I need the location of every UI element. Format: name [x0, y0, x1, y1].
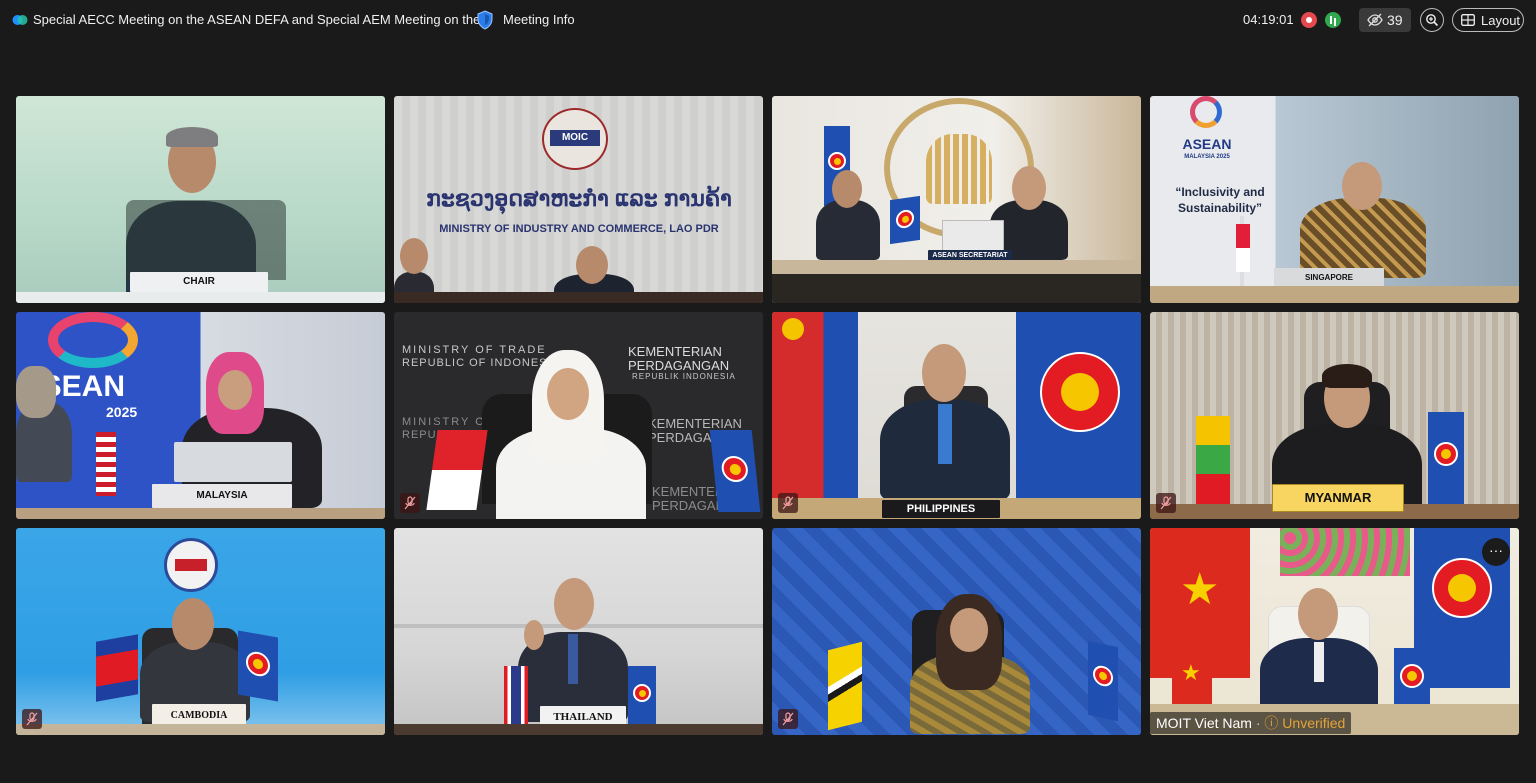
more-options-icon: ··· — [1489, 542, 1503, 558]
asean-flag — [1088, 640, 1118, 722]
lao-sign-text: ກະຊວງອຸດສາຫະກຳ ແລະ ການຄ້າ — [426, 186, 732, 211]
video-tile-asean-secretariat[interactable]: ASEAN SECRETARIAT — [772, 96, 1141, 303]
video-tile-thailand[interactable]: THAILAND — [394, 528, 763, 735]
asean-flag — [238, 630, 278, 702]
video-tile-brunei[interactable] — [772, 528, 1141, 735]
asean-flag — [709, 430, 761, 512]
flower-arrangement — [1280, 528, 1410, 576]
thailand-flag — [504, 666, 528, 724]
shield-icon[interactable] — [476, 10, 494, 30]
record-icon[interactable] — [1301, 12, 1317, 28]
asean-flag — [628, 666, 656, 724]
asean-flag — [890, 195, 920, 245]
participant-count: 39 — [1387, 12, 1403, 28]
asean-flag — [1016, 312, 1141, 502]
video-tile-myanmar[interactable]: MYANMAR — [1150, 312, 1519, 519]
asean-flag — [1428, 412, 1464, 504]
malaysia-flag — [96, 432, 116, 496]
elapsed-timer: 04:19:01 — [1243, 12, 1294, 27]
participant-name: MOIT Viet Nam — [1156, 715, 1252, 731]
video-tile-singapore[interactable]: ASEAN MALAYSIA 2025 “Inclusivity and Sus… — [1150, 96, 1519, 303]
mic-muted-icon — [782, 496, 794, 510]
nameplate: MYANMAR — [1272, 484, 1404, 512]
video-tile-vietnam[interactable]: ★ ★ MOIT Viet Nam · ⓘ Unverified ··· — [1150, 528, 1519, 735]
mic-muted-icon — [1160, 496, 1172, 510]
mic-muted-indicator — [778, 709, 798, 729]
nameplate: CHAIR — [130, 272, 268, 292]
nameplate: PHILIPPINES — [882, 500, 1000, 518]
nameplate: SINGAPORE — [1274, 268, 1384, 288]
layout-label: Layout — [1481, 13, 1521, 28]
banner-quote: “Inclusivity and Sustainability” — [1175, 185, 1265, 215]
vietnam-flag: ★ — [1172, 648, 1212, 706]
ministry-logo — [164, 538, 218, 592]
brunei-flag — [828, 641, 862, 731]
mic-muted-indicator — [22, 709, 42, 729]
participant-label: MOIT Viet Nam · ⓘ Unverified — [1150, 712, 1352, 734]
unverified-icon: ⓘ — [1264, 715, 1279, 731]
video-tile-malaysia[interactable]: ASEAN 2025 MALAYSIA — [16, 312, 385, 519]
cambodia-flag — [96, 634, 138, 702]
unverified-status: Unverified — [1282, 715, 1346, 731]
singapore-flag — [1236, 224, 1250, 272]
layout-grid-icon — [1461, 14, 1475, 26]
asean-malaysia-logo — [48, 312, 138, 368]
mic-muted-indicator — [778, 493, 798, 513]
nameplate: MALAYSIA — [152, 484, 292, 508]
mic-muted-indicator — [1156, 493, 1176, 513]
myanmar-flag — [1196, 416, 1230, 504]
webex-logo-icon — [12, 15, 28, 25]
video-tile-cambodia[interactable]: CAMBODIA — [16, 528, 385, 735]
top-bar: Special AECC Meeting on the ASEAN DEFA a… — [0, 0, 1536, 40]
participants-button[interactable]: 39 — [1359, 8, 1411, 32]
moic-logo: MOIC — [542, 108, 608, 170]
video-tile-lao[interactable]: MOIC ກະຊວງອຸດສາຫະກຳ ແລະ ການຄ້າ MINISTRY … — [394, 96, 763, 303]
zoom-button[interactable] — [1420, 8, 1444, 32]
mic-muted-icon — [404, 496, 416, 510]
layout-button[interactable]: Layout — [1452, 8, 1524, 32]
participants-hidden-icon — [1367, 13, 1383, 27]
asean-malaysia-logo — [1190, 96, 1222, 128]
more-options-button[interactable]: ··· — [1482, 538, 1510, 566]
video-tile-chair[interactable]: CHAIR — [16, 96, 385, 303]
meeting-title[interactable]: Special AECC Meeting on the ASEAN DEFA a… — [33, 12, 491, 27]
zoom-icon — [1426, 14, 1439, 27]
live-icon[interactable] — [1325, 12, 1341, 28]
video-tile-indonesia[interactable]: MINISTRY OF TRADE REPUBLIC OF INDONESIA … — [394, 312, 763, 519]
video-tile-philippines[interactable]: PHILIPPINES — [772, 312, 1141, 519]
mic-muted-indicator — [400, 493, 420, 513]
meeting-info-link[interactable]: Meeting Info — [503, 12, 575, 27]
asean-flag — [1394, 648, 1430, 704]
mic-muted-icon — [782, 712, 794, 726]
philippines-flag — [772, 312, 858, 502]
mic-muted-icon — [26, 712, 38, 726]
english-sign-text: MINISTRY OF INDUSTRY AND COMMERCE, LAO P… — [439, 223, 719, 235]
